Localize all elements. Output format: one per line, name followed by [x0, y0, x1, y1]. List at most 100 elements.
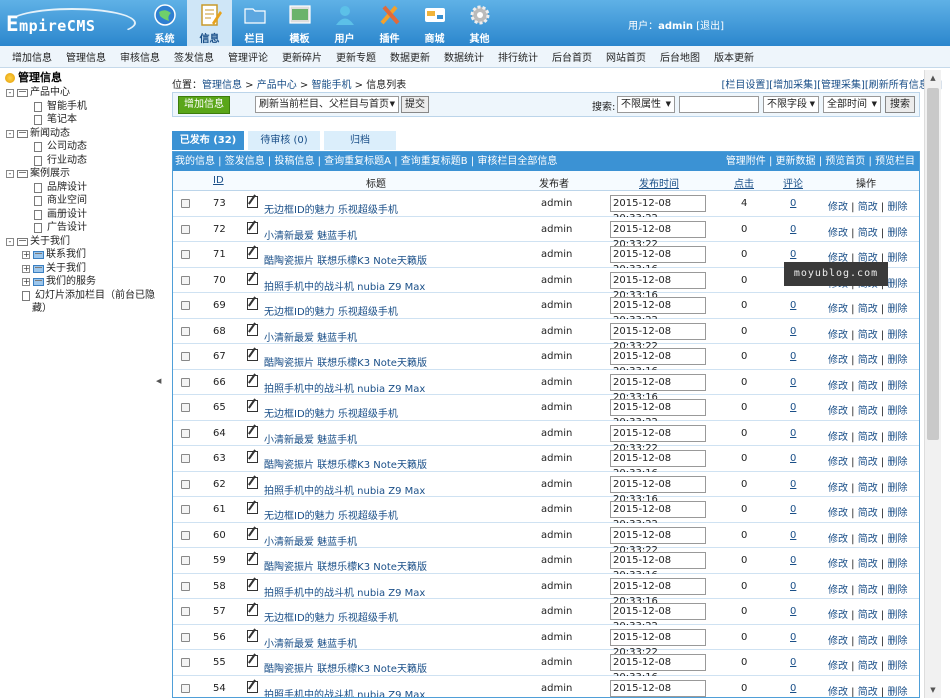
nav-plugin[interactable]: 插件 — [367, 0, 412, 46]
row-delete-link[interactable]: 删除 — [887, 687, 907, 698]
row-modify-link[interactable]: 修改 — [828, 406, 848, 417]
row-checkbox[interactable] — [181, 632, 190, 642]
row-time-field[interactable]: 2015-12-08 20:33:16 — [610, 475, 706, 505]
row-modify-link[interactable]: 修改 — [828, 687, 848, 698]
search-button[interactable]: 搜索 — [885, 96, 915, 113]
row-comments-link[interactable]: 0 — [790, 530, 796, 541]
row-comments-link[interactable]: 0 — [790, 428, 796, 439]
nav-other[interactable]: 其他 — [457, 0, 502, 46]
tree-node[interactable]: - 新闻动态 — [0, 127, 152, 141]
menu-update-topics[interactable]: 更新专题 — [336, 49, 376, 64]
attribute-select[interactable]: 不限属性 — [617, 96, 675, 113]
row-checkbox[interactable] — [181, 505, 190, 514]
row-delete-link[interactable]: 删除 — [887, 610, 907, 621]
row-delete-link[interactable]: 删除 — [887, 330, 907, 341]
row-simple-edit-link[interactable]: 简改 — [858, 636, 878, 647]
menu-data-stats[interactable]: 数据统计 — [444, 49, 484, 64]
edit-icon[interactable] — [247, 400, 258, 412]
row-delete-link[interactable]: 删除 — [887, 406, 907, 417]
field-select[interactable]: 不限字段 — [763, 96, 819, 113]
row-delete-link[interactable]: 删除 — [887, 304, 907, 315]
row-modify-link[interactable]: 修改 — [828, 661, 848, 672]
row-time-field[interactable]: 2015-12-08 20:33:16 — [610, 577, 706, 607]
row-comments-link[interactable]: 0 — [790, 453, 796, 464]
edit-icon[interactable] — [247, 629, 258, 642]
collapse-icon[interactable]: - — [6, 129, 14, 138]
row-modify-link[interactable]: 修改 — [828, 636, 848, 647]
row-checkbox[interactable] — [181, 275, 190, 285]
edit-icon[interactable] — [247, 323, 258, 336]
row-time-field[interactable]: 2015-12-08 20:33:16 — [610, 679, 706, 697]
time-select[interactable]: 全部时间 — [823, 96, 881, 113]
row-title-link[interactable]: 无边框ID的魅力 乐视超级手机 — [264, 303, 398, 318]
row-title-link[interactable]: 无边框ID的魅力 乐视超级手机 — [264, 507, 398, 522]
row-comments-link[interactable]: 0 — [790, 581, 796, 592]
edit-icon[interactable] — [247, 298, 258, 310]
row-simple-edit-link[interactable]: 简改 — [858, 304, 878, 315]
row-title-link[interactable]: 拍照手机中的战斗机 nubia Z9 Max — [264, 482, 425, 497]
row-title-link[interactable]: 拍照手机中的战斗机 nubia Z9 Max — [264, 686, 425, 698]
collapse-icon[interactable]: - — [6, 237, 14, 246]
tree-node[interactable]: - 案例展示 — [0, 167, 152, 181]
row-title-link[interactable]: 酷陶瓷振片 联想乐檬K3 Note天籁版 — [264, 558, 427, 573]
row-delete-link[interactable]: 删除 — [887, 457, 907, 468]
row-delete-link[interactable]: 删除 — [887, 585, 907, 596]
collapse-icon[interactable]: - — [6, 170, 14, 178]
edit-icon[interactable] — [247, 476, 258, 489]
menu-manage-comments[interactable]: 管理评论 — [228, 49, 268, 64]
row-modify-link[interactable]: 修改 — [828, 534, 848, 545]
tree-node[interactable]: 智能手机 — [0, 100, 152, 114]
row-comments-link[interactable]: 0 — [790, 555, 796, 566]
row-simple-edit-link[interactable]: 简改 — [858, 534, 878, 545]
row-comments-link[interactable]: 0 — [790, 224, 796, 235]
row-comments-link[interactable]: 0 — [790, 606, 796, 617]
row-time-field[interactable]: 2015-12-08 20:33:16 — [610, 552, 706, 581]
collapse-icon[interactable]: - — [6, 89, 14, 97]
row-time-field[interactable]: 2015-12-08 20:33:16 — [610, 271, 706, 301]
row-delete-link[interactable]: 删除 — [887, 253, 907, 264]
row-modify-link[interactable]: 修改 — [828, 304, 848, 315]
row-checkbox[interactable] — [181, 199, 190, 208]
row-simple-edit-link[interactable]: 简改 — [858, 483, 878, 494]
row-time-field[interactable]: 2015-12-08 20:33:22 — [610, 526, 706, 556]
tab-published[interactable]: 已发布 (32) — [172, 131, 244, 150]
row-modify-link[interactable]: 修改 — [828, 228, 848, 239]
row-modify-link[interactable]: 修改 — [828, 381, 848, 392]
expand-icon[interactable]: + — [22, 251, 30, 259]
row-modify-link[interactable]: 修改 — [828, 508, 848, 519]
edit-icon[interactable] — [247, 374, 258, 387]
row-simple-edit-link[interactable]: 简改 — [858, 661, 878, 672]
col-id[interactable]: ID — [213, 175, 224, 186]
row-modify-link[interactable]: 修改 — [828, 355, 848, 366]
menu-sign-info[interactable]: 签发信息 — [174, 49, 214, 64]
edit-icon[interactable] — [247, 604, 258, 616]
row-title-link[interactable]: 小清新最爱 魅蓝手机 — [264, 431, 357, 446]
nav-template[interactable]: 模板 — [277, 0, 322, 46]
row-modify-link[interactable]: 修改 — [828, 483, 848, 494]
row-checkbox[interactable] — [181, 479, 190, 489]
row-comments-link[interactable]: 0 — [790, 657, 796, 668]
row-title-link[interactable]: 拍照手机中的战斗机 nubia Z9 Max — [264, 380, 425, 395]
edit-icon[interactable] — [247, 272, 258, 285]
tree-node[interactable]: 藏） — [0, 302, 152, 316]
row-title-link[interactable]: 小清新最爱 魅蓝手机 — [264, 227, 357, 242]
tree-node[interactable]: 公司动态 — [0, 140, 152, 154]
edit-icon[interactable] — [247, 221, 258, 234]
menu-manage-info[interactable]: 管理信息 — [66, 49, 106, 64]
row-comments-link[interactable]: 0 — [790, 351, 796, 362]
breadcrumb-product-center[interactable]: 产品中心 — [257, 80, 297, 91]
row-comments-link[interactable]: 0 — [790, 249, 796, 260]
row-title-link[interactable]: 拍照手机中的战斗机 nubia Z9 Max — [264, 584, 425, 599]
row-simple-edit-link[interactable]: 简改 — [858, 406, 878, 417]
row-simple-edit-link[interactable]: 简改 — [858, 508, 878, 519]
tree-node[interactable]: + 联系我们 — [0, 248, 152, 262]
nav-info[interactable]: 信息 — [187, 0, 232, 46]
vertical-scrollbar[interactable]: ▲ ▼ — [924, 70, 941, 698]
nav-column[interactable]: 栏目 — [232, 0, 277, 46]
row-time-field[interactable]: 2015-12-08 20:33:22 — [610, 297, 706, 326]
row-checkbox[interactable] — [181, 658, 190, 667]
add-info-button[interactable]: 增加信息 — [178, 96, 230, 114]
logout-link[interactable]: [退出] — [696, 21, 724, 32]
row-time-field[interactable]: 2015-12-08 20:33:22 — [610, 220, 706, 250]
row-delete-link[interactable]: 删除 — [887, 228, 907, 239]
